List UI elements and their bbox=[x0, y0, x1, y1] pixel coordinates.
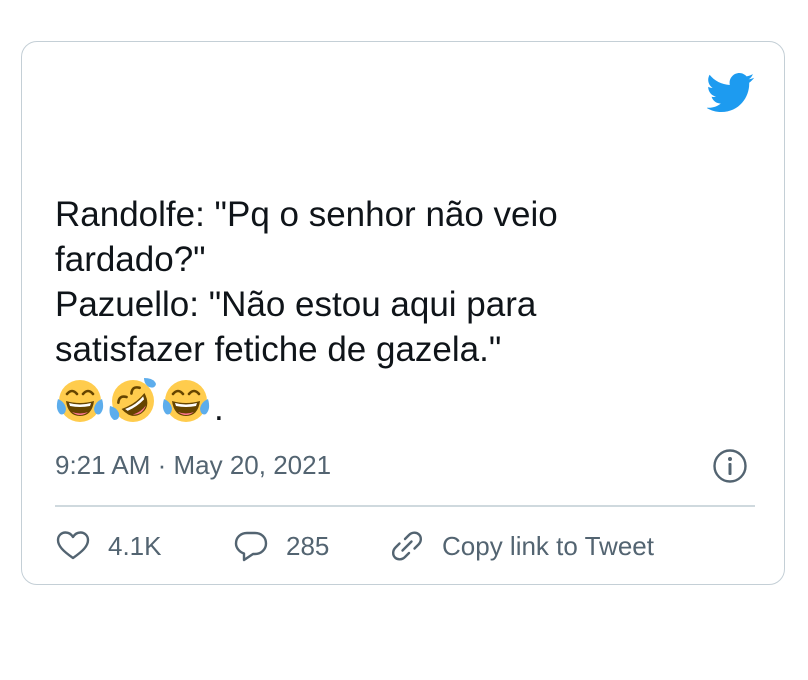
tweet-text-line: satisfazer fetiche de gazela." bbox=[55, 330, 502, 369]
tweet-timestamp[interactable]: 9:21 AM · May 20, 2021 bbox=[55, 450, 331, 481]
twitter-bird-icon[interactable] bbox=[706, 73, 755, 113]
tweet-text-line: fardado?" bbox=[55, 240, 206, 279]
emoji-row: . bbox=[55, 374, 745, 426]
copy-link-button[interactable]: Copy link to Tweet bbox=[389, 528, 654, 564]
tweet-text: Randolfe: "Pq o senhor não veio fardado?… bbox=[55, 192, 745, 426]
like-count: 4.1K bbox=[108, 530, 162, 561]
divider bbox=[55, 505, 755, 507]
info-icon[interactable] bbox=[712, 448, 748, 484]
tweet-text-line: Pazuello: "Não estou aqui para bbox=[55, 285, 537, 324]
tweet-card[interactable]: Randolfe: "Pq o senhor não veio fardado?… bbox=[21, 41, 785, 585]
tweet-actions: 4.1K 285 Copy link to Tweet bbox=[55, 524, 654, 568]
tears-of-joy-emoji-icon bbox=[55, 376, 105, 426]
copy-link-label: Copy link to Tweet bbox=[442, 530, 654, 561]
trailing-punctuation: . bbox=[214, 389, 224, 428]
reply-button[interactable]: 285 bbox=[233, 528, 389, 564]
like-button[interactable]: 4.1K bbox=[55, 528, 233, 564]
reply-count: 285 bbox=[286, 530, 330, 561]
rofl-emoji-icon bbox=[108, 376, 158, 426]
link-icon bbox=[389, 528, 425, 564]
reply-bubble-icon bbox=[233, 528, 269, 564]
tears-of-joy-emoji-icon bbox=[161, 376, 211, 426]
tweet-text-line: Randolfe: "Pq o senhor não veio bbox=[55, 195, 558, 234]
heart-icon bbox=[55, 528, 91, 564]
